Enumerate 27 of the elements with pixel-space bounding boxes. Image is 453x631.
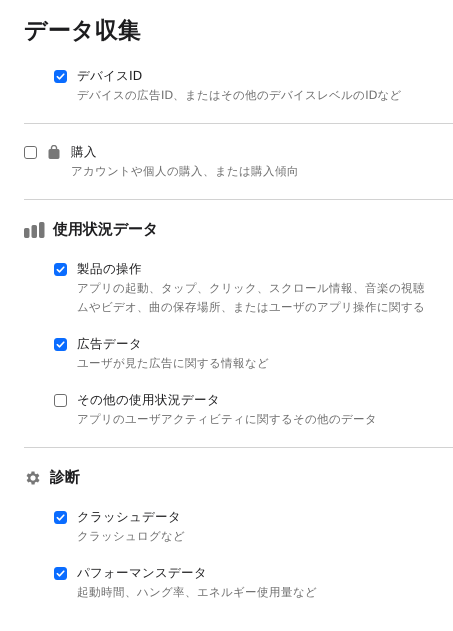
checkbox[interactable] [54,394,67,407]
checkbox[interactable] [54,511,67,524]
checkbox[interactable] [54,567,67,580]
item-description: ユーザが見た広告に関する情報など [77,355,269,371]
checkbox[interactable] [54,263,67,276]
item-description: アプリの起動、タップ、クリック、スクロール情報、音楽の視聴 [77,280,425,296]
section-heading: 使用状況データ [53,220,158,239]
item-label: 製品の操作 [77,261,143,277]
checkbox[interactable] [54,70,67,83]
item-description: デバイスの広告ID、またはその他のデバイスレベルのIDなど [77,87,402,103]
item-label: クラッシュデータ [77,509,182,525]
item-description: クラッシュログなど [77,528,185,544]
item-label: 広告データ [77,336,143,352]
item-label: その他の使用状況データ [77,392,221,408]
page-title: データ収集 [24,17,142,46]
gear-icon [24,468,42,486]
item-description: アカウントや個人の購入、または購入傾向 [71,163,299,179]
item-label: パフォーマンスデータ [77,565,208,581]
checkbox[interactable] [54,338,67,351]
item-label: 購入 [71,144,98,160]
item-description: アプリのユーザアクティビティに関するその他のデータ [77,411,377,427]
bar-chart-icon [24,222,45,238]
item-description: ムやビデオ、曲の保存場所、またはユーザのアプリ操作に関する [77,299,425,315]
section-heading: 診断 [50,468,80,487]
item-label: デバイスID [77,68,144,84]
item-description: 起動時間、ハング率、エネルギー使用量など [77,584,317,600]
checkbox[interactable] [24,146,37,159]
